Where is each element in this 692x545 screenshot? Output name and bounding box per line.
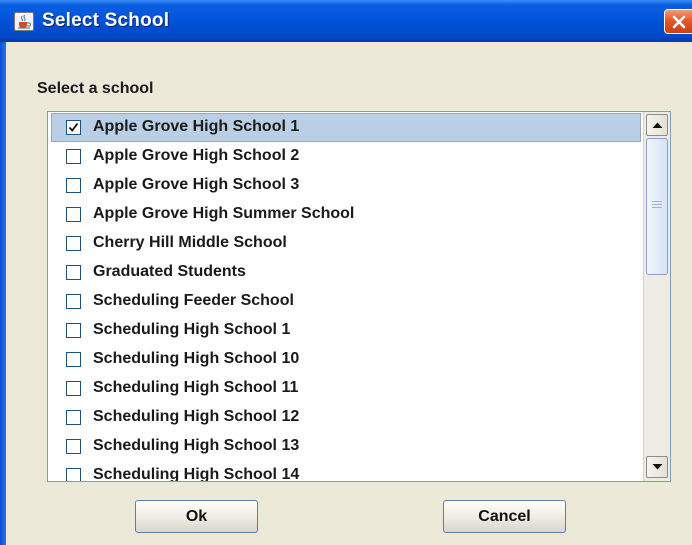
school-checkbox[interactable] bbox=[66, 381, 81, 396]
school-list-item[interactable]: Apple Grove High Summer School bbox=[51, 200, 641, 229]
checkmark-icon bbox=[68, 122, 79, 132]
school-label: Scheduling High School 12 bbox=[93, 408, 300, 425]
arrow-down-icon bbox=[652, 464, 663, 470]
school-label: Apple Grove High School 1 bbox=[93, 118, 300, 135]
school-list-item[interactable]: Scheduling High School 10 bbox=[51, 345, 641, 374]
school-label: Apple Grove High School 3 bbox=[93, 176, 300, 193]
title-bar[interactable]: Select School bbox=[0, 0, 692, 42]
school-label: Graduated Students bbox=[93, 263, 246, 280]
java-cup-icon bbox=[14, 12, 34, 31]
school-label: Apple Grove High Summer School bbox=[93, 205, 355, 222]
school-list-item[interactable]: Apple Grove High School 2 bbox=[51, 142, 641, 171]
school-list-item[interactable]: Scheduling High School 14 bbox=[51, 461, 641, 482]
school-label: Scheduling High School 14 bbox=[93, 466, 300, 482]
school-list-item[interactable]: Scheduling High School 13 bbox=[51, 432, 641, 461]
thumb-grip-line bbox=[652, 204, 662, 205]
school-checkbox[interactable] bbox=[66, 439, 81, 454]
close-icon bbox=[672, 15, 686, 29]
school-list-item[interactable]: Scheduling High School 11 bbox=[51, 374, 641, 403]
school-checkbox[interactable] bbox=[66, 178, 81, 193]
school-label: Scheduling High School 13 bbox=[93, 437, 300, 454]
school-checkbox[interactable] bbox=[66, 468, 81, 481]
school-list-item[interactable]: Graduated Students bbox=[51, 258, 641, 287]
school-list-item[interactable]: Scheduling High School 1 bbox=[51, 316, 641, 345]
school-list-item[interactable]: Cherry Hill Middle School bbox=[51, 229, 641, 258]
school-checkbox[interactable] bbox=[66, 207, 81, 222]
school-label: Scheduling High School 1 bbox=[93, 321, 291, 338]
vertical-scrollbar[interactable] bbox=[643, 112, 670, 481]
school-checkbox[interactable] bbox=[66, 410, 81, 425]
school-list-item[interactable]: Scheduling Feeder School bbox=[51, 287, 641, 316]
school-label: Scheduling High School 10 bbox=[93, 350, 300, 367]
school-checkbox[interactable] bbox=[66, 120, 81, 135]
window-title: Select School bbox=[42, 10, 170, 31]
school-checkbox[interactable] bbox=[66, 352, 81, 367]
ok-button[interactable]: Ok bbox=[135, 500, 258, 533]
school-list-item[interactable]: Scheduling High School 12 bbox=[51, 403, 641, 432]
school-checkbox[interactable] bbox=[66, 265, 81, 280]
window-border-left bbox=[0, 42, 6, 545]
school-checkbox[interactable] bbox=[66, 149, 81, 164]
school-label: Apple Grove High School 2 bbox=[93, 147, 300, 164]
school-label: Cherry Hill Middle School bbox=[93, 234, 287, 251]
school-label: Scheduling Feeder School bbox=[93, 292, 294, 309]
school-list[interactable]: Apple Grove High School 1 Apple Grove Hig… bbox=[48, 112, 642, 482]
school-list-item[interactable]: Apple Grove High School 3 bbox=[51, 171, 641, 200]
close-button[interactable] bbox=[664, 9, 692, 34]
school-label: Scheduling High School 11 bbox=[93, 379, 299, 396]
school-list-item[interactable]: Apple Grove High School 1 bbox=[51, 113, 641, 142]
school-checkbox[interactable] bbox=[66, 294, 81, 309]
select-school-dialog: Select School Select a school Apple Grov… bbox=[0, 0, 692, 545]
scroll-down-button[interactable] bbox=[646, 456, 668, 478]
thumb-grip-line bbox=[652, 201, 662, 202]
select-school-prompt: Select a school bbox=[37, 80, 154, 97]
cancel-button[interactable]: Cancel bbox=[443, 500, 566, 533]
school-checkbox[interactable] bbox=[66, 236, 81, 251]
thumb-grip-line bbox=[652, 207, 662, 208]
scrollbar-thumb[interactable] bbox=[646, 138, 668, 275]
scroll-up-button[interactable] bbox=[646, 114, 668, 136]
school-list-box: Apple Grove High School 1 Apple Grove Hig… bbox=[47, 111, 671, 482]
arrow-up-icon bbox=[652, 122, 663, 128]
school-checkbox[interactable] bbox=[66, 323, 81, 338]
